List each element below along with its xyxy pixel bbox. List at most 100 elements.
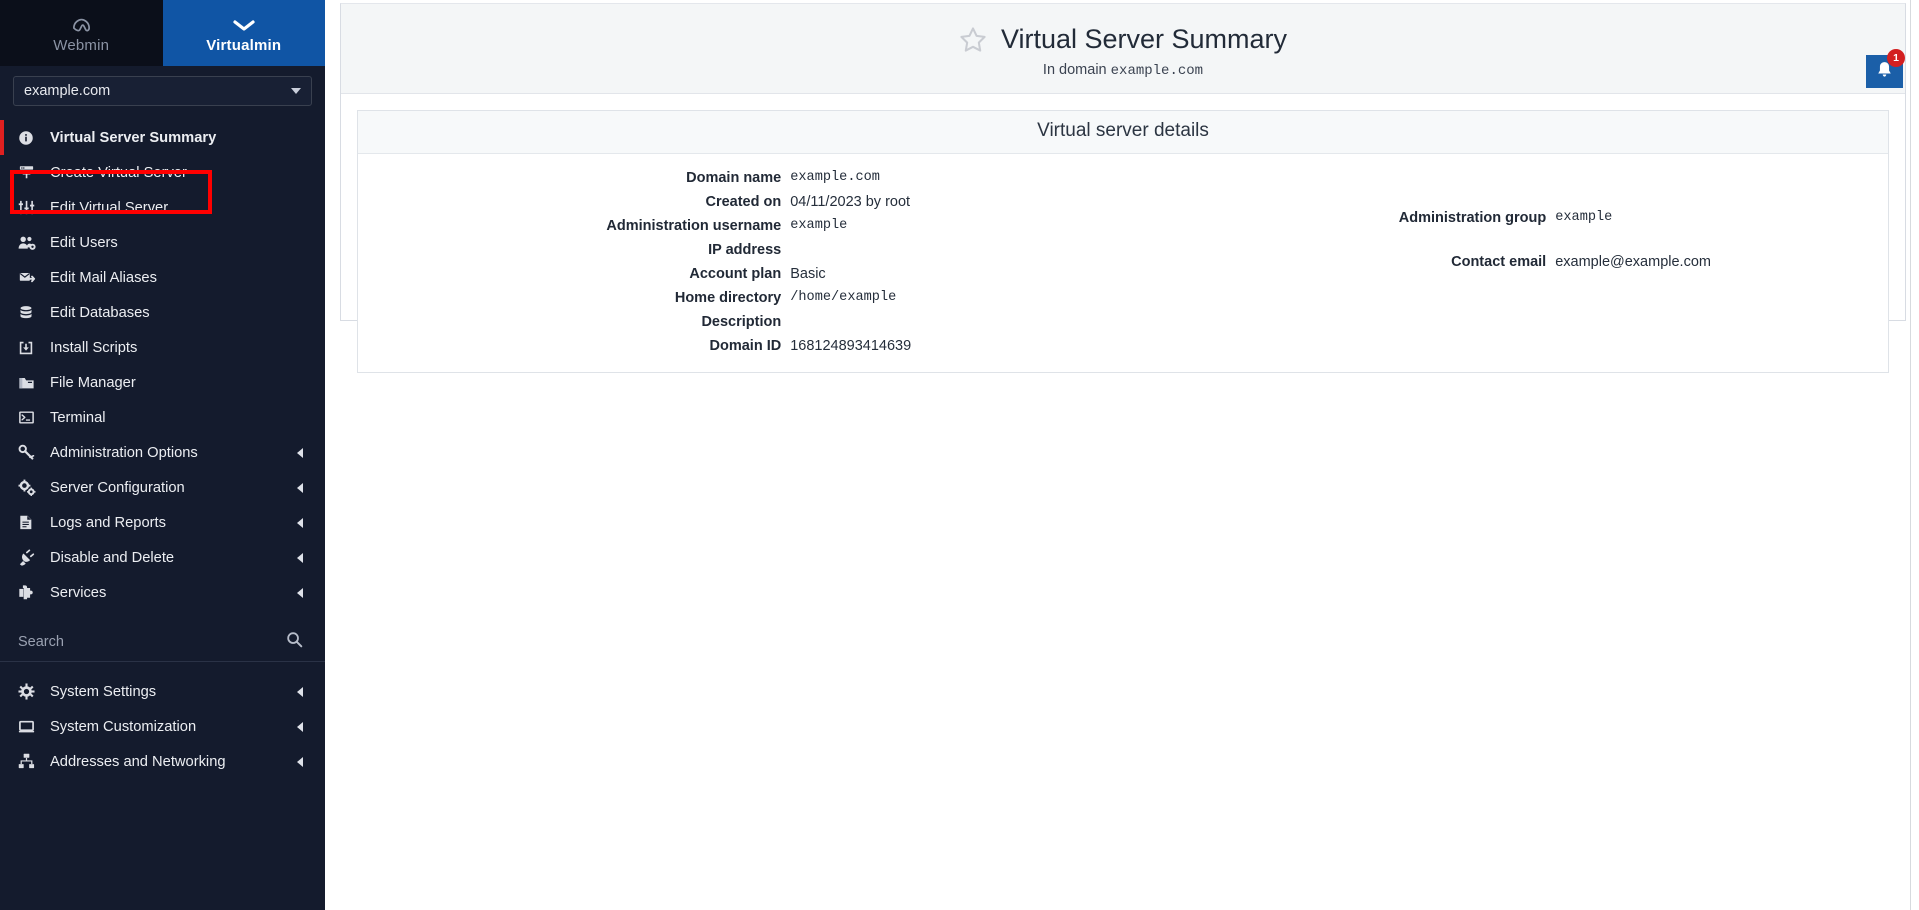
detail-row-created-on: Created on 04/11/2023 by root bbox=[358, 190, 1123, 214]
detail-label bbox=[1123, 316, 1555, 332]
detail-value: example bbox=[790, 218, 848, 233]
domain-selector[interactable]: example.com bbox=[13, 76, 312, 106]
detail-label: Domain ID bbox=[709, 338, 782, 354]
detail-row-administration-username: Administration username example bbox=[358, 214, 1123, 238]
detail-row-description: Description bbox=[358, 310, 1123, 334]
sidebar-item-system-settings[interactable]: System Settings bbox=[0, 674, 325, 709]
detail-label: Administration group bbox=[1398, 210, 1547, 226]
search-icon[interactable] bbox=[286, 631, 303, 653]
sidebar-item-administration-options[interactable]: Administration Options bbox=[0, 435, 325, 470]
brand-tab-virtualmin-label: Virtualmin bbox=[206, 37, 282, 54]
detail-row-domain-name: Domain name example.com bbox=[358, 166, 1123, 190]
detail-row-spacer bbox=[1123, 294, 1888, 314]
sidebar-item-addresses-and-networking[interactable]: Addresses and Networking bbox=[0, 744, 325, 779]
sidebar-item-terminal[interactable]: Terminal bbox=[0, 400, 325, 435]
wrench-icon bbox=[18, 444, 42, 461]
plug-icon bbox=[18, 549, 42, 567]
chevron-left-icon[interactable] bbox=[297, 517, 303, 528]
detail-value: 168124893414639 bbox=[790, 338, 912, 354]
sidebar-item-install-scripts[interactable]: Install Scripts bbox=[0, 330, 325, 365]
detail-value: 04/11/2023 by root bbox=[790, 194, 911, 210]
chevron-left-icon[interactable] bbox=[297, 552, 303, 563]
detail-label: Description bbox=[701, 314, 782, 330]
details-column-left: Domain name example.com Created on 04/11/20… bbox=[358, 166, 1123, 358]
detail-value: example.com bbox=[790, 170, 880, 185]
sidebar-search-row bbox=[0, 622, 325, 662]
sidebar-nav-primary: Virtual Server Summary Create Virtual Ser… bbox=[0, 118, 325, 610]
detail-label: Contact email bbox=[1451, 254, 1547, 270]
sidebar-item-label: Install Scripts bbox=[50, 339, 138, 356]
chevron-left-icon[interactable] bbox=[297, 721, 303, 732]
brand-tab-virtualmin[interactable]: Virtualmin bbox=[162, 0, 325, 66]
detail-label: Administration username bbox=[606, 218, 782, 234]
sidebar-item-disable-and-delete[interactable]: Disable and Delete bbox=[0, 540, 325, 575]
detail-label: Home directory bbox=[674, 290, 782, 306]
sidebar-item-server-configuration[interactable]: Server Configuration bbox=[0, 470, 325, 505]
sidebar-item-edit-mail-aliases[interactable]: Edit Mail Aliases bbox=[0, 260, 325, 295]
page-subtitle-domain: example.com bbox=[1110, 63, 1204, 79]
detail-row-spacer bbox=[1123, 186, 1888, 206]
search-input[interactable] bbox=[18, 633, 188, 650]
sidebar-item-virtual-server-summary[interactable]: Virtual Server Summary bbox=[0, 120, 325, 155]
chevron-left-icon[interactable] bbox=[297, 686, 303, 697]
detail-row-spacer bbox=[1123, 274, 1888, 294]
monitor-icon bbox=[18, 719, 42, 735]
brand-switcher: Webmin Virtualmin bbox=[0, 0, 325, 66]
page-scrollbar[interactable] bbox=[1910, 0, 1911, 910]
sidebar-item-label: File Manager bbox=[50, 374, 136, 391]
detail-row-administration-group: Administration group example bbox=[1123, 206, 1888, 230]
sidebar-item-edit-databases[interactable]: Edit Databases bbox=[0, 295, 325, 330]
chevron-left-icon[interactable] bbox=[297, 756, 303, 767]
folder-icon bbox=[18, 375, 42, 391]
detail-label: IP address bbox=[708, 242, 782, 258]
details-panel-body: Domain name example.com Created on 04/11/20… bbox=[358, 154, 1888, 372]
virtual-server-details-panel: Virtual server details Domain name exampl… bbox=[357, 110, 1889, 373]
detail-row-account-plan: Account plan Basic bbox=[358, 262, 1123, 286]
page-header: Virtual Server Summary In domain example… bbox=[341, 4, 1905, 94]
sidebar-item-system-customization[interactable]: System Customization bbox=[0, 709, 325, 744]
detail-value: example@example.com bbox=[1555, 254, 1711, 270]
sidebar-item-label: Create Virtual Server bbox=[50, 164, 187, 181]
star-outline-icon[interactable] bbox=[959, 26, 987, 53]
sidebar-item-label: Administration Options bbox=[50, 444, 198, 461]
sidebar-item-file-manager[interactable]: File Manager bbox=[0, 365, 325, 400]
detail-row-spacer bbox=[1123, 230, 1888, 250]
notifications-button[interactable]: 1 bbox=[1866, 49, 1905, 88]
sidebar-item-edit-virtual-server[interactable]: Edit Virtual Server bbox=[0, 190, 325, 225]
sidebar-item-label: Services bbox=[50, 584, 107, 601]
info-circle-icon bbox=[18, 130, 42, 146]
chevron-left-icon[interactable] bbox=[297, 447, 303, 458]
detail-row-home-directory: Home directory/home/example bbox=[358, 286, 1123, 310]
chevron-left-icon[interactable] bbox=[297, 482, 303, 493]
sidebar-item-logs-and-reports[interactable]: Logs and Reports bbox=[0, 505, 325, 540]
detail-row-spacer bbox=[1123, 166, 1888, 186]
app-window: Webmin Virtualmin example.com Virtual Se… bbox=[0, 0, 1919, 910]
gears-icon bbox=[18, 479, 42, 497]
sidebar-item-label: System Settings bbox=[50, 683, 157, 700]
main-content: Virtual Server Summary In domain example… bbox=[325, 0, 1919, 910]
sliders-icon bbox=[18, 199, 42, 216]
page-title: Virtual Server Summary bbox=[1000, 24, 1288, 54]
chevron-down-icon bbox=[233, 14, 255, 36]
detail-label bbox=[1123, 232, 1555, 248]
sidebar-item-services[interactable]: Services bbox=[0, 575, 325, 610]
sidebar-item-label: Edit Mail Aliases bbox=[50, 269, 157, 286]
puzzle-piece-icon bbox=[18, 584, 42, 601]
detail-label bbox=[1123, 276, 1555, 292]
page-subtitle-prefix: In domain bbox=[1042, 62, 1111, 78]
database-icon bbox=[18, 305, 42, 321]
webmin-logo-icon bbox=[71, 14, 92, 36]
sidebar-item-label: Logs and Reports bbox=[50, 514, 166, 531]
detail-label: Created on bbox=[705, 194, 782, 210]
detail-value: /home/example bbox=[790, 290, 897, 305]
terminal-icon bbox=[18, 409, 42, 426]
details-column-right: Administration group example Contact email… bbox=[1123, 166, 1888, 358]
sidebar-item-edit-users[interactable]: Edit Users bbox=[0, 225, 325, 260]
detail-label bbox=[1123, 296, 1555, 312]
detail-row-spacer bbox=[1123, 314, 1888, 334]
sidebar-item-create-virtual-server[interactable]: Create Virtual Server bbox=[0, 155, 325, 190]
detail-label: Domain name bbox=[686, 170, 782, 186]
chevron-left-icon[interactable] bbox=[297, 587, 303, 598]
detail-value: Basic bbox=[790, 266, 826, 282]
brand-tab-webmin[interactable]: Webmin bbox=[0, 0, 163, 66]
